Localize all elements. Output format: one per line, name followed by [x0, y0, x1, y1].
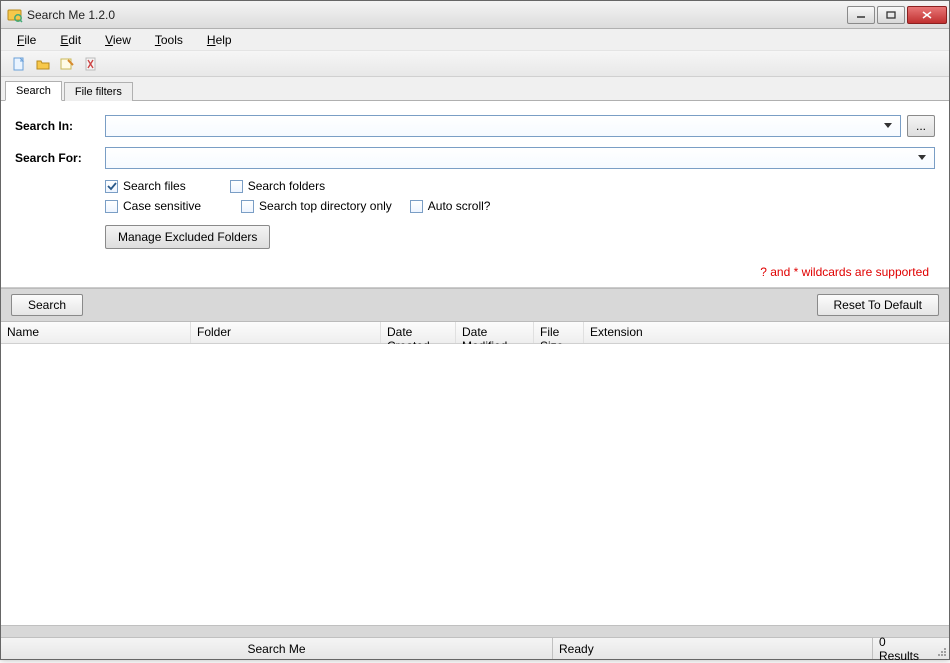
checkbox-icon [105, 200, 118, 213]
search-for-combo[interactable] [105, 147, 935, 169]
status-results: 0 Results [873, 638, 933, 659]
checkbox-search-top-only[interactable]: Search top directory only [241, 199, 392, 213]
checkbox-case-sensitive[interactable]: Case sensitive [105, 199, 201, 213]
close-button[interactable] [907, 6, 947, 24]
checkbox-label: Search files [123, 179, 186, 193]
titlebar: Search Me 1.2.0 [1, 1, 949, 29]
checkbox-label: Search top directory only [259, 199, 392, 213]
search-for-label: Search For: [15, 151, 99, 165]
open-folder-icon[interactable] [33, 54, 53, 74]
status-state: Ready [553, 638, 873, 659]
menu-view[interactable]: View [95, 31, 141, 49]
column-name[interactable]: Name [1, 322, 191, 343]
checkbox-search-folders[interactable]: Search folders [230, 179, 325, 193]
menu-edit[interactable]: Edit [50, 31, 91, 49]
checkbox-label: Auto scroll? [428, 199, 491, 213]
checkbox-label: Search folders [248, 179, 325, 193]
manage-excluded-button[interactable]: Manage Excluded Folders [105, 225, 270, 249]
chevron-down-icon [914, 155, 930, 161]
results-body[interactable] [1, 344, 949, 625]
column-date-modified[interactable]: Date Modified [456, 322, 534, 343]
chevron-down-icon [880, 123, 896, 129]
menubar: File Edit View Tools Help [1, 29, 949, 51]
minimize-button[interactable] [847, 6, 875, 24]
app-icon [7, 7, 23, 23]
checkbox-icon [230, 180, 243, 193]
search-button[interactable]: Search [11, 294, 83, 316]
column-date-created[interactable]: Date Created [381, 322, 456, 343]
column-extension[interactable]: Extension [584, 322, 949, 343]
action-bar: Search Reset To Default [1, 288, 949, 322]
checkbox-icon [241, 200, 254, 213]
resize-grip-icon[interactable] [933, 638, 949, 659]
reset-default-button[interactable]: Reset To Default [817, 294, 940, 316]
clear-icon[interactable] [81, 54, 101, 74]
menu-tools[interactable]: Tools [145, 31, 193, 49]
window-title: Search Me 1.2.0 [27, 8, 845, 22]
edit-note-icon[interactable] [57, 54, 77, 74]
checkbox-search-files[interactable]: Search files [105, 179, 186, 193]
column-file-size[interactable]: File Size [534, 322, 584, 343]
checkbox-icon [410, 200, 423, 213]
browse-button[interactable]: ... [907, 115, 935, 137]
search-in-combo[interactable] [105, 115, 901, 137]
search-panel: Search In: ... Search For: [1, 101, 949, 288]
toolbar [1, 51, 949, 77]
status-app: Search Me [1, 638, 553, 659]
window-controls [845, 6, 947, 24]
app-window: Search Me 1.2.0 File Edit View Tools Hel… [0, 0, 950, 660]
checkbox-label: Case sensitive [123, 199, 201, 213]
statusbar: Search Me Ready 0 Results [1, 637, 949, 659]
tab-search[interactable]: Search [5, 81, 62, 101]
checkbox-auto-scroll[interactable]: Auto scroll? [410, 199, 491, 213]
bottom-divider [1, 625, 949, 637]
browse-label: ... [916, 119, 926, 133]
search-in-label: Search In: [15, 119, 99, 133]
tab-file-filters[interactable]: File filters [64, 82, 133, 101]
menu-help[interactable]: Help [197, 31, 242, 49]
new-file-icon[interactable] [9, 54, 29, 74]
column-folder[interactable]: Folder [191, 322, 381, 343]
tab-row: Search File filters [1, 77, 949, 101]
maximize-button[interactable] [877, 6, 905, 24]
checkbox-icon [105, 180, 118, 193]
menu-file[interactable]: File [7, 31, 46, 49]
results-table-header: Name Folder Date Created Date Modified F… [1, 322, 949, 344]
wildcard-hint: ? and * wildcards are supported [15, 265, 935, 279]
